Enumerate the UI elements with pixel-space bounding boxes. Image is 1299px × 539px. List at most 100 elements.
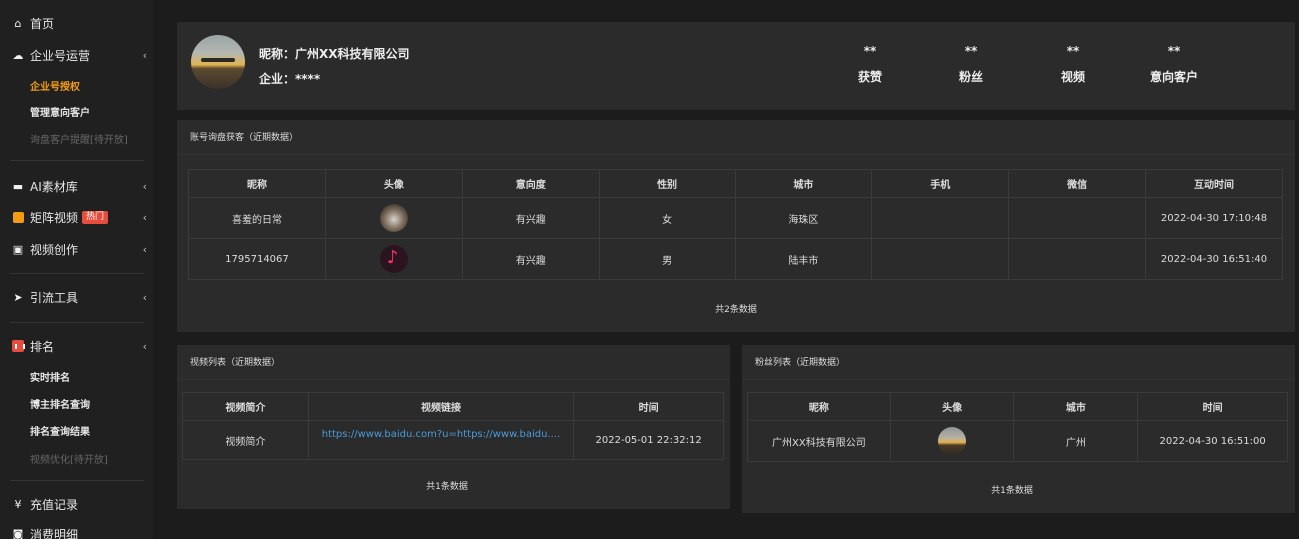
column-header: 头像 [324, 169, 463, 198]
video-list-title: 视频列表（近期数据） [190, 358, 281, 368]
sub-manage-customers[interactable]: 管理意向客户 [0, 100, 153, 122]
stat-intent-label: 意向客户 [1149, 70, 1198, 84]
nav-matrix-video-label: 矩阵视频 [30, 210, 79, 225]
cell-intro: 视频简介 [182, 420, 309, 460]
sub-inquiry-reminder[interactable]: 询盘客户提醒[待开放] [0, 127, 153, 149]
cell-gender: 女 [598, 197, 736, 239]
nav-ai-material-label: AI素材库 [30, 179, 78, 194]
cell-intent: 有兴趣 [461, 197, 600, 239]
inquiry-table: 昵称 头像 意向度 性别 城市 手机 微信 互动时间 喜羞的日常 有兴趣 女 海… [188, 169, 1283, 280]
table-row[interactable]: 喜羞的日常 有兴趣 女 海珠区 2022-04-30 17:10:48 [188, 197, 1283, 239]
nav-ai-material[interactable]: ▬ AI素材库 ‹ [0, 173, 153, 199]
stat-likes-value: ** [863, 44, 877, 58]
nav-ranking[interactable]: 排名 ‹ [0, 333, 153, 359]
video-table: 视频简介 视频链接 时间 视频简介 https://www.baidu.com?… [182, 392, 724, 460]
chevron-left-icon: ‹ [142, 48, 147, 62]
cell-wechat [1008, 238, 1147, 280]
sub-enterprise-auth[interactable]: 企业号授权 [0, 74, 153, 96]
cloud-icon: ☁ [12, 48, 24, 62]
cell-nickname: 1795714067 [188, 238, 326, 280]
divider [10, 322, 144, 323]
cell-nickname: 喜羞的日常 [188, 197, 326, 239]
cell-city: 陆丰市 [734, 238, 873, 280]
column-header: 手机 [871, 169, 1010, 198]
stat-fans-value: ** [964, 44, 978, 58]
cell-avatar [324, 238, 463, 280]
nav-enterprise-label: 企业号运营 [30, 48, 91, 63]
music-avatar [379, 245, 408, 273]
receipt-icon: ◙ [12, 527, 24, 539]
divider [742, 379, 1295, 380]
send-icon: ➤ [13, 290, 23, 304]
ranking-icon [11, 340, 25, 352]
table-row[interactable]: 广州XX科技有限公司 广州 2022-04-30 16:51:00 [747, 420, 1288, 462]
video-link[interactable]: https://www.baidu.com?u=https://www.baid… [322, 429, 560, 440]
sidebar: ⌂ 首页 ☁ 企业号运营 ‹ 企业号授权 管理意向客户 询盘客户提醒[待开放] … [0, 0, 153, 539]
table-row[interactable]: 1795714067 有兴趣 男 陆丰市 2022-04-30 16:51:40 [188, 238, 1283, 280]
divider [177, 379, 730, 380]
fans-list-title: 粉丝列表（近期数据） [755, 358, 846, 368]
cell-link: https://www.baidu.com?u=https://www.baid… [307, 420, 575, 460]
cell-avatar [889, 420, 1015, 462]
cell-time: 2022-04-30 16:51:40 [1145, 238, 1283, 280]
column-header: 视频链接 [307, 392, 575, 421]
table-row[interactable]: 视频简介 https://www.baidu.com?u=https://www… [182, 420, 724, 460]
nav-recharge[interactable]: ¥ 充值记录 [0, 491, 153, 517]
chevron-left-icon: ‹ [142, 290, 147, 304]
cell-time: 2022-04-30 17:10:48 [1145, 197, 1283, 239]
nav-traffic-tool-label: 引流工具 [30, 290, 79, 305]
cell-phone [871, 238, 1010, 280]
nav-enterprise[interactable]: ☁ 企业号运营 ‹ [0, 42, 153, 68]
stat-videos-value: ** [1066, 44, 1080, 58]
nav-ranking-label: 排名 [30, 339, 55, 354]
folder-icon: ▬ [12, 179, 24, 193]
column-header: 城市 [734, 169, 873, 198]
divider [10, 160, 144, 161]
table-header-row: 昵称 头像 城市 时间 [747, 392, 1288, 421]
table-header-row: 昵称 头像 意向度 性别 城市 手机 微信 互动时间 [188, 169, 1283, 198]
video-icon [11, 211, 25, 223]
nav-home-label: 首页 [30, 16, 55, 31]
nav-traffic-tool[interactable]: ➤ 引流工具 ‹ [0, 284, 153, 310]
cell-gender: 男 [598, 238, 736, 280]
sub-ranking-result[interactable]: 排名查询结果 [0, 419, 153, 441]
column-header: 昵称 [188, 169, 326, 198]
sunset-avatar [938, 427, 967, 455]
sub-video-optimize[interactable]: 视频优化[待开放] [0, 447, 153, 469]
cell-avatar [324, 197, 463, 239]
cell-nickname: 广州XX科技有限公司 [747, 420, 891, 462]
sub-blogger-ranking[interactable]: 博主排名查询 [0, 392, 153, 414]
chevron-left-icon: ‹ [142, 210, 147, 224]
dog-avatar [379, 204, 408, 232]
cell-wechat [1008, 197, 1147, 239]
profile-company: 企业：**** [259, 72, 321, 86]
home-icon: ⌂ [14, 16, 22, 30]
chevron-left-icon: ‹ [142, 242, 147, 256]
table-header-row: 视频简介 视频链接 时间 [182, 392, 724, 421]
video-count: 共1条数据 [426, 482, 468, 492]
nav-matrix-video[interactable]: 矩阵视频 热门 ‹ [0, 204, 153, 230]
nav-home[interactable]: ⌂ 首页 [0, 10, 153, 36]
cell-time: 2022-04-30 16:51:00 [1137, 420, 1288, 462]
stat-fans-label: 粉丝 [958, 70, 983, 84]
nav-consumption[interactable]: ◙ 消费明细 [0, 521, 153, 539]
divider [10, 273, 144, 274]
stat-videos-label: 视频 [1060, 70, 1085, 84]
chevron-left-icon: ‹ [142, 179, 147, 193]
fans-count: 共1条数据 [991, 486, 1033, 496]
nav-video-create[interactable]: ▣ 视频创作 ‹ [0, 236, 153, 262]
sub-realtime-ranking[interactable]: 实时排名 [0, 365, 153, 387]
divider [10, 480, 144, 481]
divider [177, 154, 1295, 155]
chevron-left-icon: ‹ [142, 339, 147, 353]
column-header: 时间 [573, 392, 724, 421]
column-header: 昵称 [747, 392, 891, 421]
inquiry-title: 账号询盘获客（近期数据） [190, 133, 299, 143]
cell-city: 广州 [1013, 420, 1139, 462]
fans-table: 昵称 头像 城市 时间 广州XX科技有限公司 广州 2022-04-30 16:… [747, 392, 1288, 462]
column-header: 性别 [598, 169, 736, 198]
profile-panel [177, 22, 1295, 110]
cell-city: 海珠区 [734, 197, 873, 239]
column-header: 互动时间 [1145, 169, 1283, 198]
cell-time: 2022-05-01 22:32:12 [573, 420, 724, 460]
